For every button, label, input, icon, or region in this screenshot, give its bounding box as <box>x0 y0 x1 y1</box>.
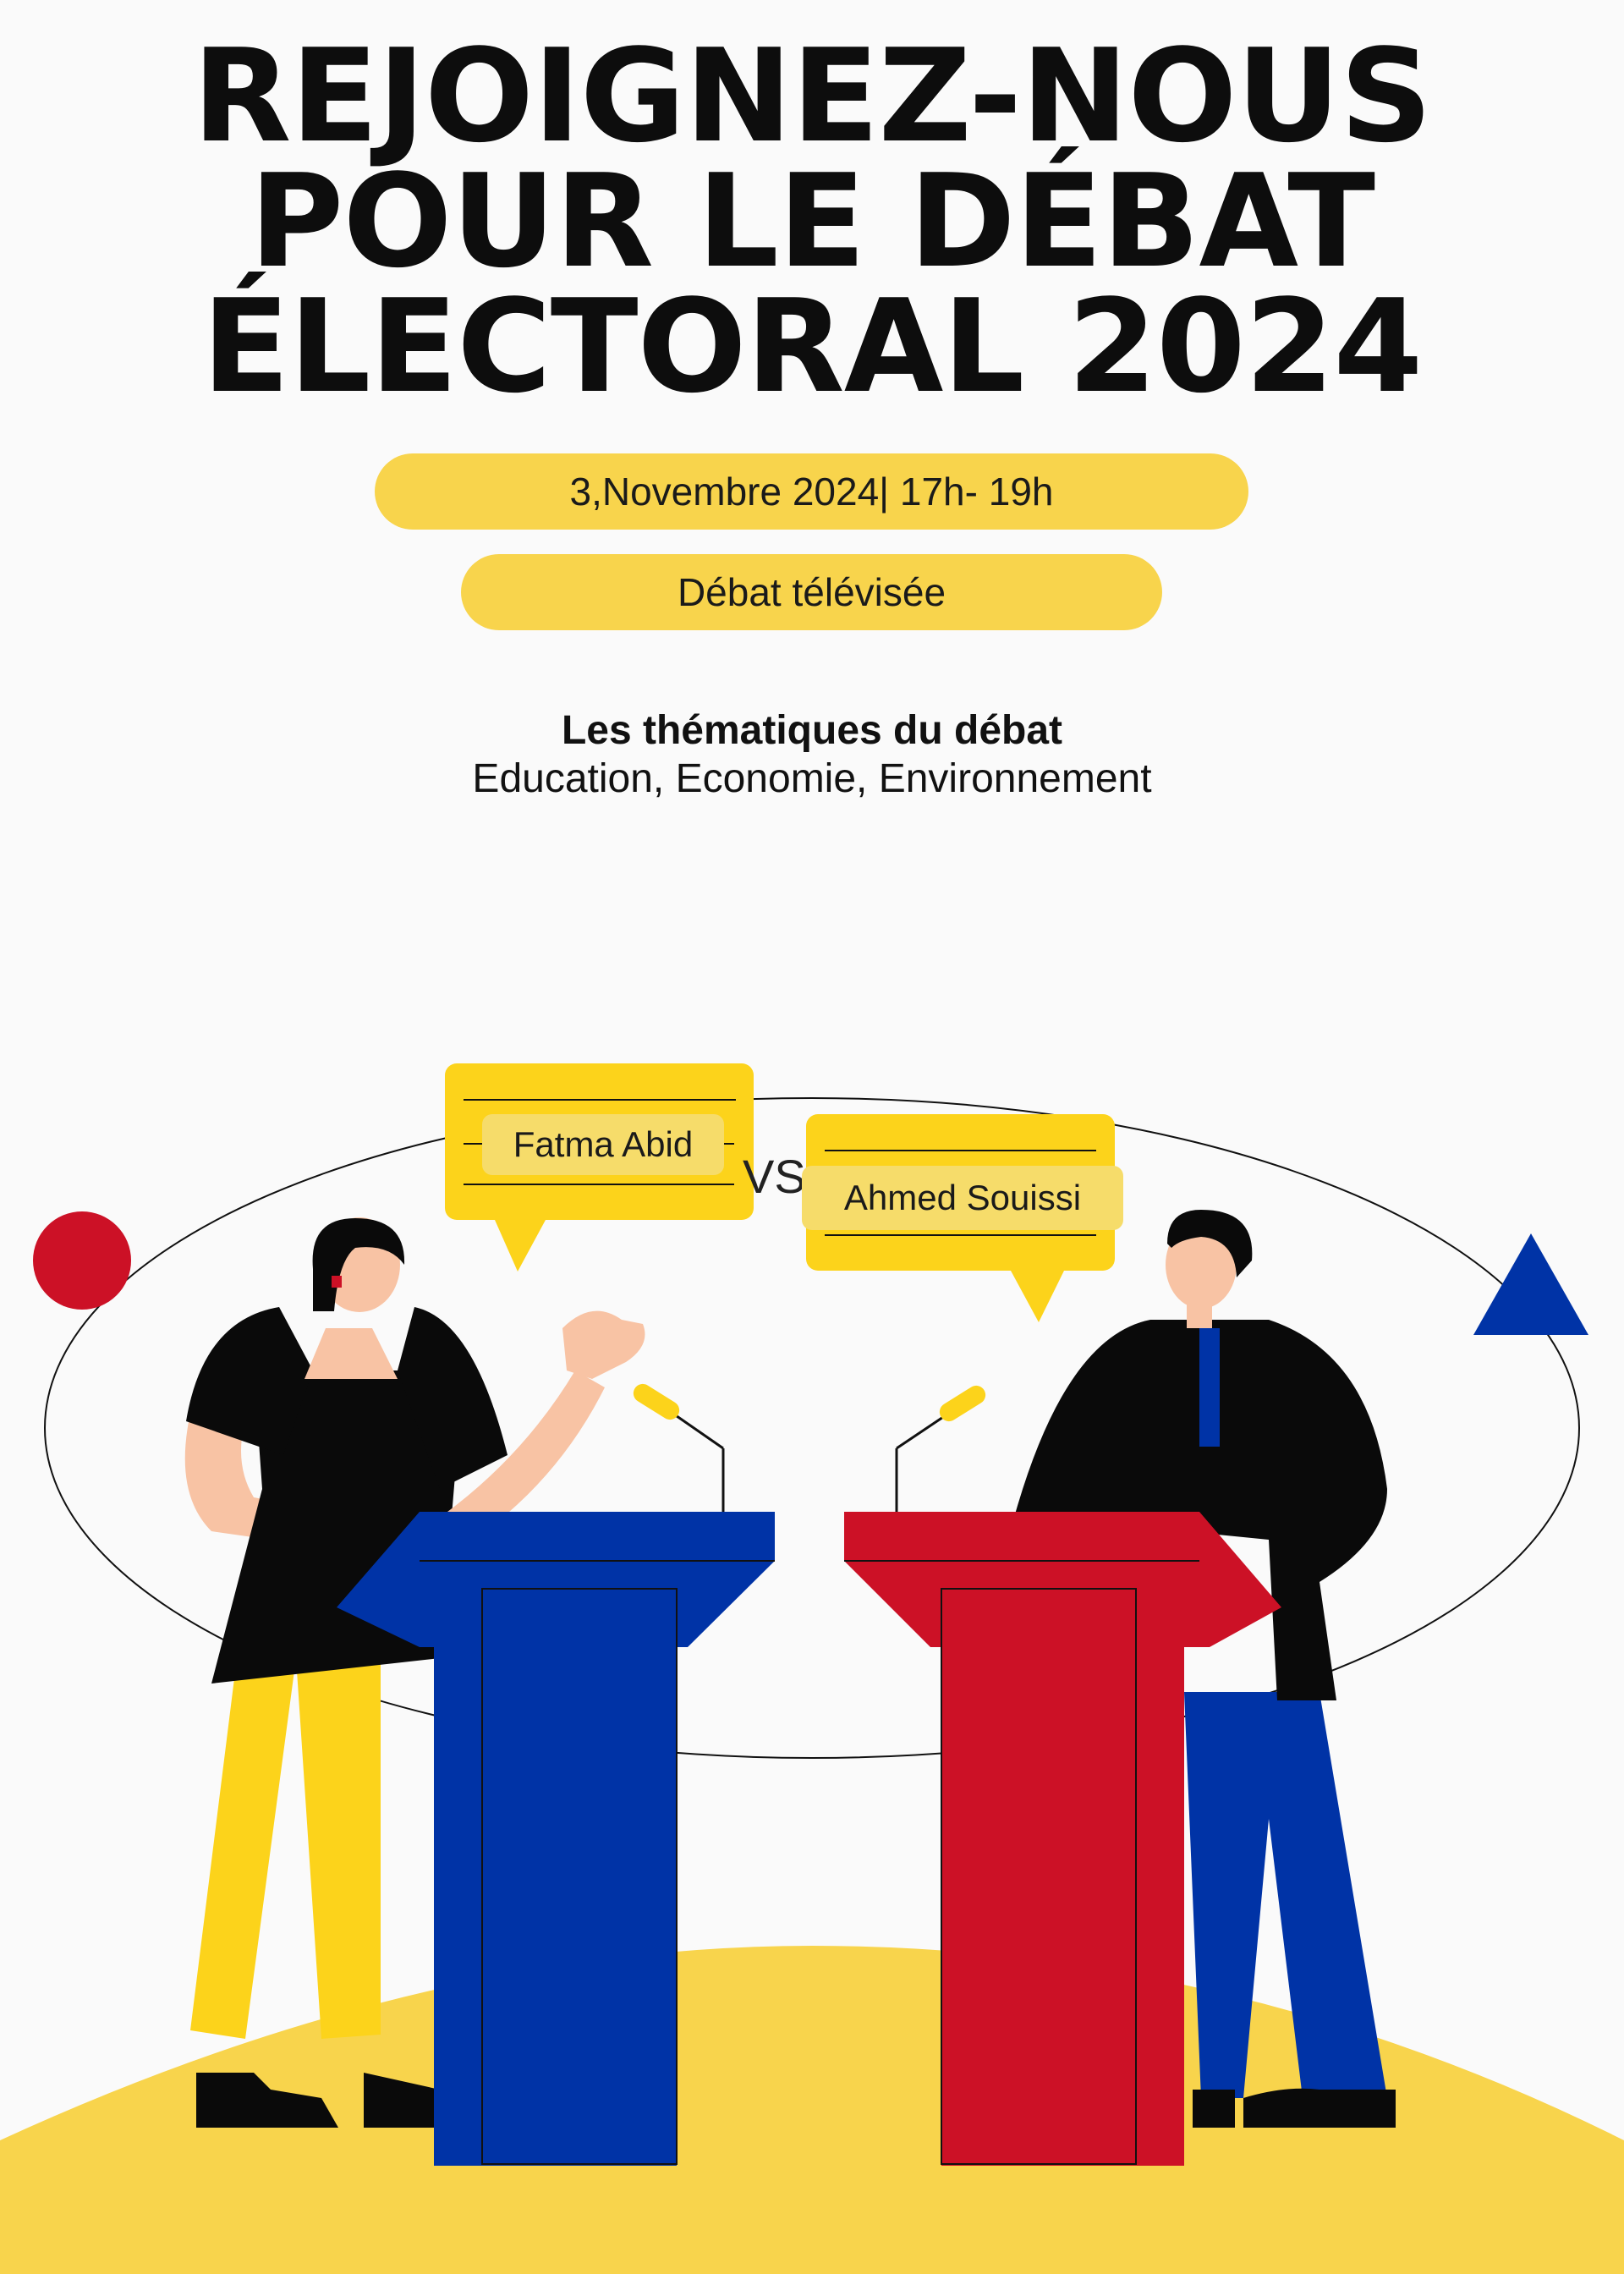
red-circle-icon <box>33 1211 131 1310</box>
versus-label: VS <box>743 1150 806 1203</box>
microphone-icon <box>633 1383 986 1523</box>
candidate-left-name: Fatma Abid <box>482 1114 724 1175</box>
debate-illustration <box>0 1063 1624 2274</box>
candidate-right-name: Ahmed Souissi <box>802 1166 1123 1230</box>
blue-triangle-icon <box>1473 1233 1588 1335</box>
